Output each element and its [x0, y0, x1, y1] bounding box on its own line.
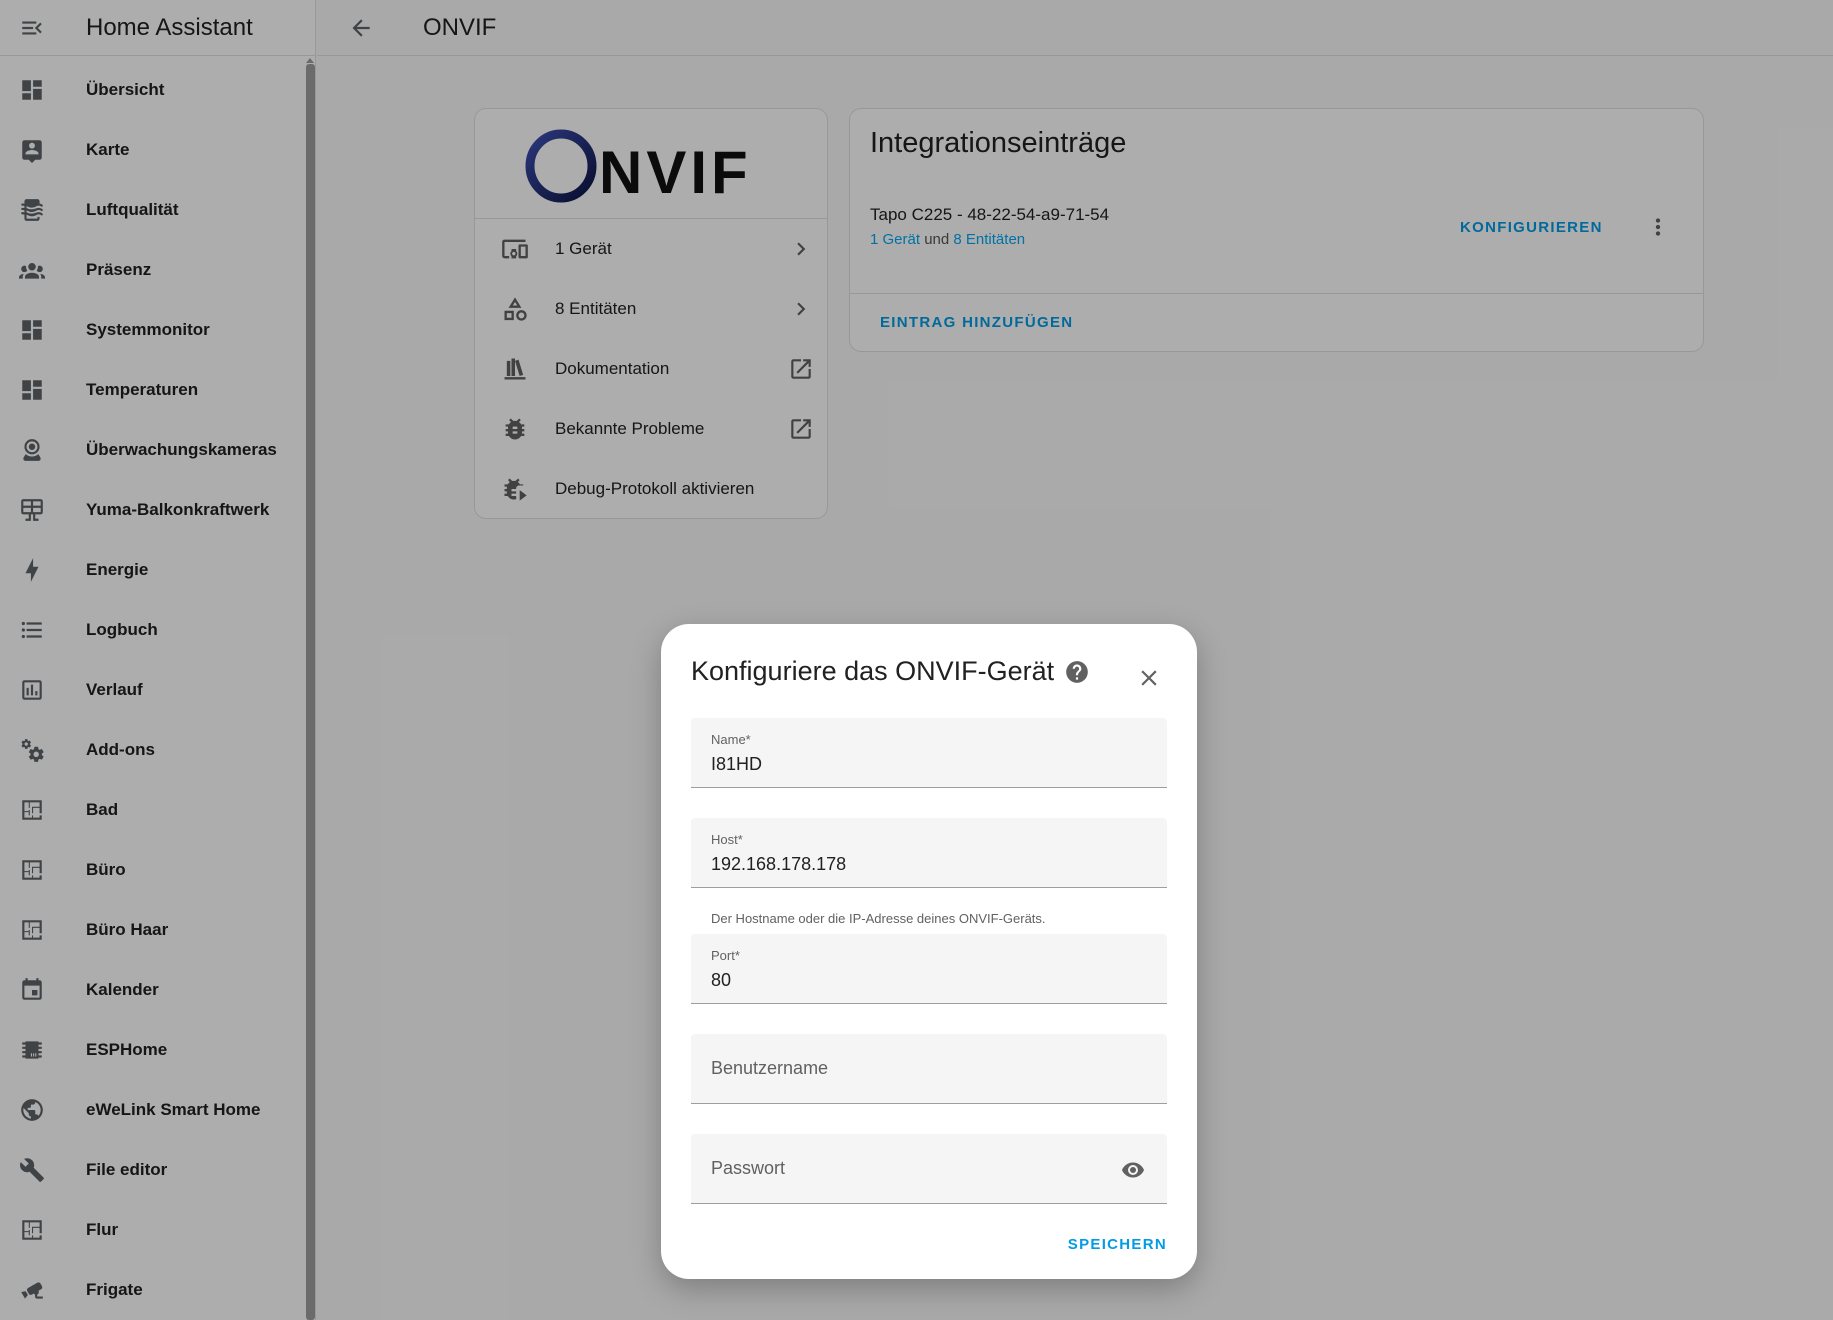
- close-dialog-button[interactable]: [1131, 660, 1167, 696]
- port-field-value: 80: [711, 970, 732, 990]
- help-circle-icon[interactable]: [1064, 659, 1090, 685]
- name-field[interactable]: Name* I81HD: [691, 718, 1167, 788]
- config-flow-dialog: Konfiguriere das ONVIF-Gerät Name* I81HD…: [661, 624, 1197, 1279]
- port-field[interactable]: Port* 80: [691, 934, 1167, 1004]
- username-field[interactable]: Benutzername: [691, 1034, 1167, 1104]
- name-field-value: I81HD: [711, 754, 763, 774]
- password-field-placeholder: Passwort: [711, 1158, 786, 1178]
- close-icon: [1141, 670, 1157, 686]
- dialog-title: Konfiguriere das ONVIF-Gerät: [691, 656, 1090, 687]
- username-field-placeholder: Benutzername: [711, 1058, 829, 1078]
- host-field-label: Host*: [711, 832, 743, 847]
- host-field-value: 192.168.178.178: [711, 854, 847, 874]
- save-button[interactable]: SPEICHERN: [1068, 1236, 1167, 1253]
- host-field[interactable]: Host* 192.168.178.178: [691, 818, 1167, 888]
- port-field-label: Port*: [711, 948, 740, 963]
- name-field-label: Name*: [711, 732, 751, 747]
- password-field[interactable]: Passwort: [691, 1134, 1167, 1204]
- toggle-password-visibility-button[interactable]: [1119, 1156, 1147, 1184]
- dialog-title-text: Konfiguriere das ONVIF-Gerät: [691, 656, 1055, 686]
- host-helper-text: Der Hostname oder die IP-Adresse deines …: [711, 911, 1046, 926]
- eye-icon: [1122, 1162, 1144, 1178]
